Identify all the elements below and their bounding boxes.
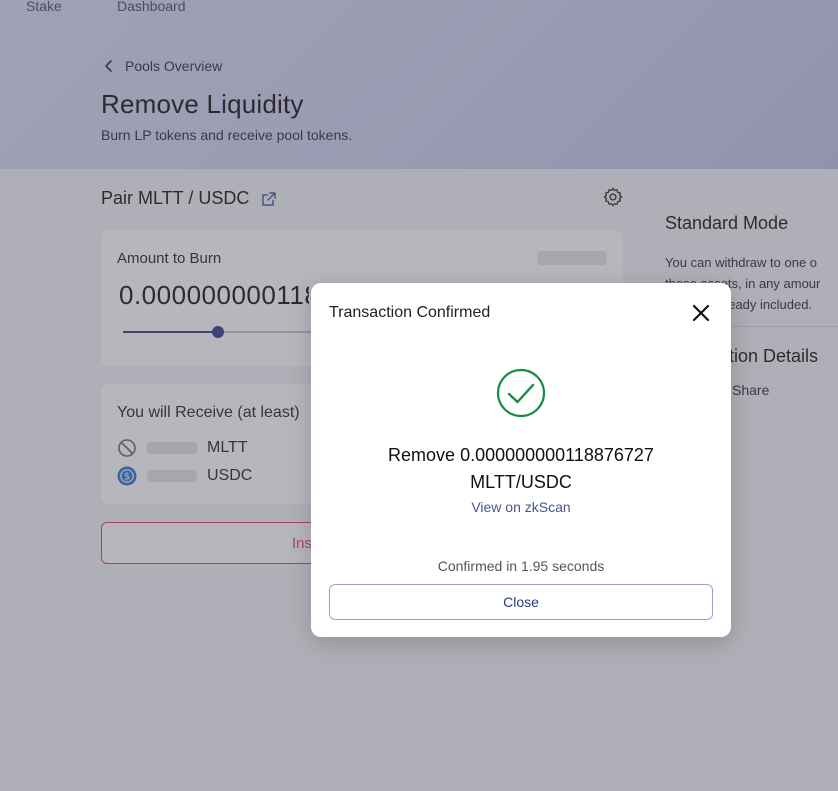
view-on-zkscan-link[interactable]: View on zkScan [311, 499, 731, 515]
confirmation-message-line: Remove 0.000000000118876727 [388, 445, 654, 465]
check-circle-icon [496, 368, 546, 418]
close-icon[interactable] [691, 303, 711, 323]
close-button[interactable]: Close [329, 584, 713, 620]
modal-title: Transaction Confirmed [329, 304, 491, 321]
confirmation-time: Confirmed in 1.95 seconds [437, 558, 605, 574]
confirmation-message: Remove 0.000000000118876727 MLTT/USDC [311, 442, 731, 496]
confirmation-message-line: MLTT/USDC [470, 472, 572, 492]
transaction-confirmed-modal: Transaction Confirmed Remove 0.000000000… [311, 283, 731, 637]
